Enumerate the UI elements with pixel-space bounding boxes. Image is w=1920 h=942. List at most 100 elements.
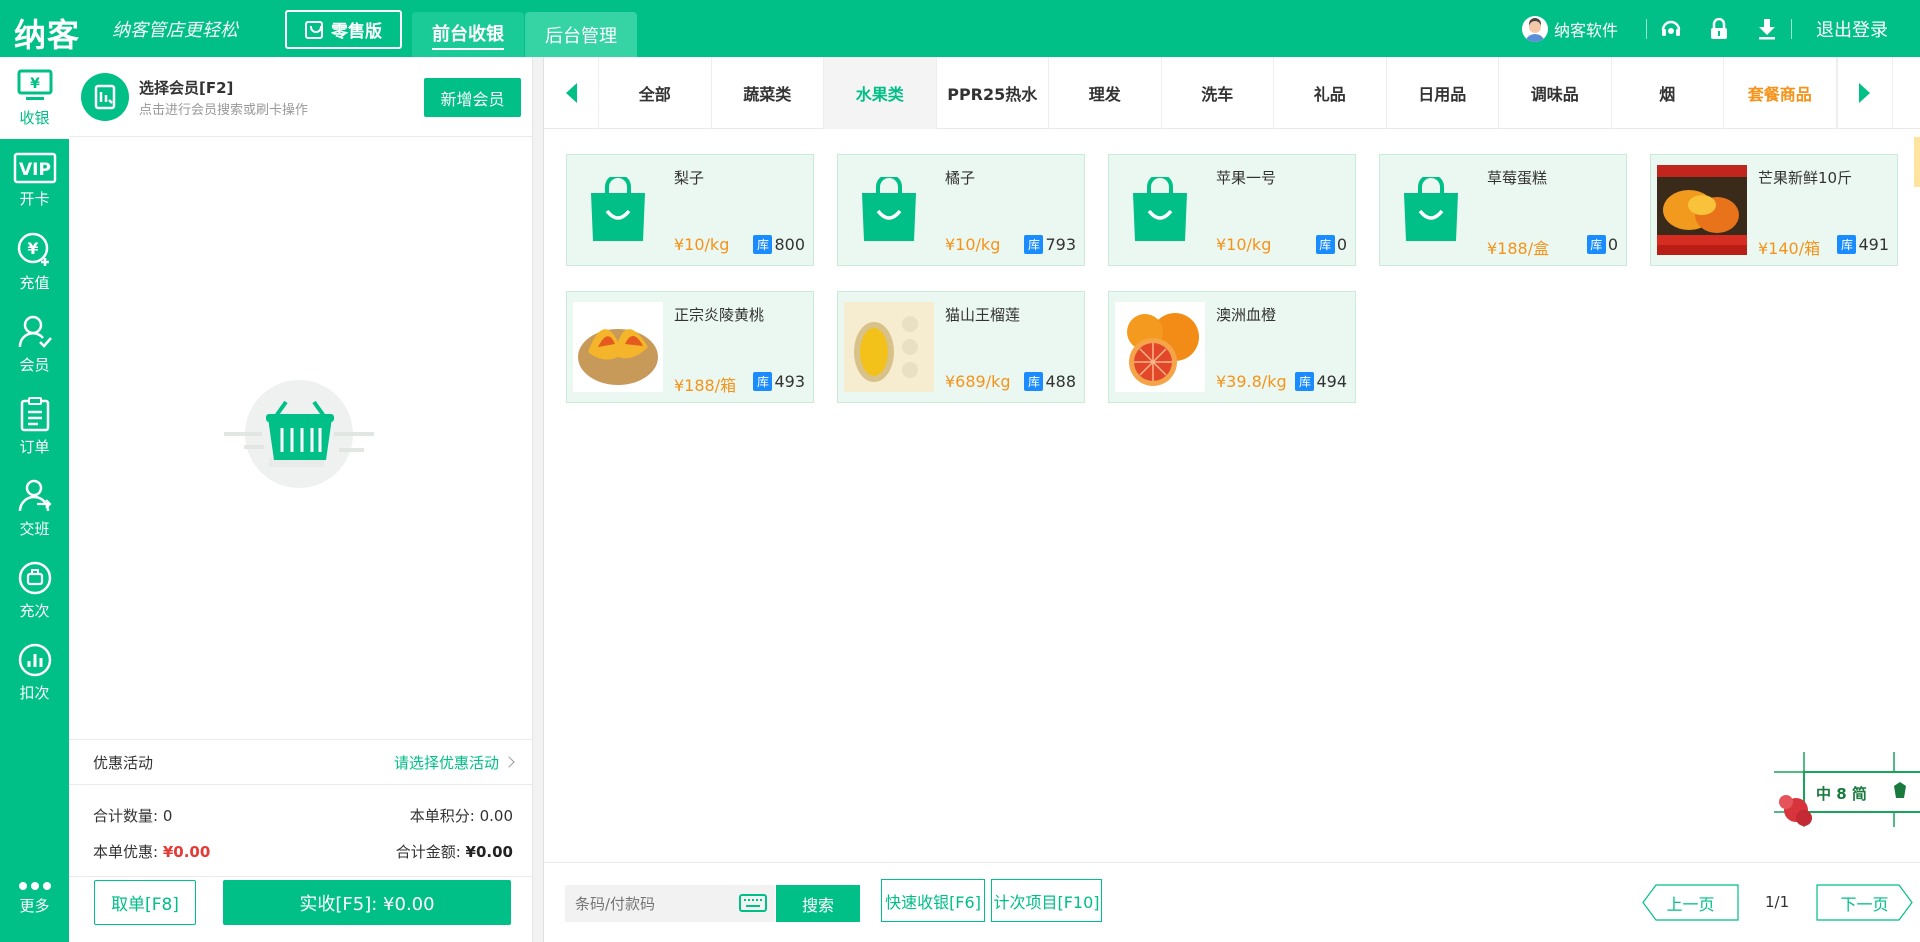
product-name: 澳洲血橙 — [1216, 306, 1277, 324]
sidebar-item-shift[interactable]: 交班 — [0, 467, 69, 549]
edition-label: 零售版 — [331, 22, 382, 42]
barcode-input[interactable] — [575, 894, 735, 913]
recharge-count-icon — [18, 561, 51, 594]
top-right-tools: 纳客软件 退出登录 — [1521, 0, 1920, 57]
product-card[interactable]: 澳洲血橙 ¥39.8/kg 库 494 — [1108, 291, 1356, 403]
sidebar: ¥ 收银 VIP 开卡 ¥ 充值 会员 订单 交班 充次 扣次 更多 — [0, 57, 69, 942]
next-page-button[interactable]: 下一页 — [1816, 884, 1913, 921]
tab-front-cashier-label: 前台收银 — [432, 20, 504, 50]
category-tab-carwash[interactable]: 洗车 — [1162, 57, 1274, 129]
search-button[interactable]: 搜索 — [776, 885, 860, 922]
stock-count: 491 — [1858, 235, 1889, 254]
stock-count: 0 — [1336, 235, 1347, 254]
add-member-button[interactable]: 新增会员 — [424, 78, 521, 117]
product-card[interactable]: 苹果一号 ¥10/kg 库0 — [1108, 154, 1356, 266]
sidebar-item-recharge-count[interactable]: 充次 — [0, 549, 69, 631]
sidebar-item-recharge[interactable]: ¥ 充值 — [0, 221, 69, 303]
discount-value: ¥0.00 — [162, 843, 211, 861]
support-icon[interactable] — [1647, 18, 1695, 40]
sidebar-item-deduct-count[interactable]: 扣次 — [0, 631, 69, 713]
sidebar-item-cashier[interactable]: ¥ 收银 — [0, 57, 69, 139]
lock-icon[interactable] — [1695, 17, 1743, 40]
product-card[interactable]: 橘子 ¥10/kg 库 793 — [837, 154, 1085, 266]
category-tab-gifts[interactable]: 礼品 — [1274, 57, 1387, 129]
stock-count: 488 — [1045, 372, 1076, 391]
product-card[interactable]: 梨子 ¥10/kg 库 800 — [566, 154, 814, 266]
stock-count: 800 — [774, 235, 805, 254]
tab-front-cashier[interactable]: 前台收银 — [412, 12, 524, 57]
category-next-arrow-icon[interactable] — [1836, 57, 1892, 129]
total-qty-label: 合计数量: — [93, 807, 159, 825]
app-logo: 纳客 — [14, 16, 81, 54]
download-icon[interactable] — [1743, 18, 1791, 40]
total-qty-value: 0 — [162, 807, 173, 825]
recharge-icon: ¥ — [17, 232, 49, 266]
category-tab-haircut[interactable]: 理发 — [1049, 57, 1162, 129]
select-promotion-link[interactable]: 请选择优惠活动 — [394, 752, 515, 773]
category-prev-arrow-icon[interactable] — [544, 57, 599, 129]
product-stock: 库 491 — [1837, 235, 1889, 254]
summary-row: 本单优惠: ¥0.00 合计金额: ¥0.00 — [93, 841, 513, 862]
stock-count: 493 — [774, 372, 805, 391]
member-selector[interactable]: 选择会员[F2] 点击进行会员搜索或刷卡操作 新增会员 — [69, 57, 533, 137]
product-price: ¥188/箱 — [674, 376, 737, 395]
member-icon — [18, 315, 52, 348]
sidebar-item-label: 充次 — [19, 601, 50, 620]
take-order-button[interactable]: 取单[F8] — [94, 880, 196, 925]
orange-photo — [1115, 302, 1205, 392]
category-tab-vegetables[interactable]: 蔬菜类 — [712, 57, 824, 129]
category-tab-all[interactable]: 全部 — [599, 57, 712, 129]
member-title: 选择会员[F2] — [139, 79, 234, 97]
product-name: 正宗炎陵黄桃 — [674, 306, 765, 324]
category-tab-seasoning[interactable]: 调味品 — [1499, 57, 1612, 129]
product-price: ¥10/kg — [674, 235, 730, 254]
sidebar-item-more[interactable]: 更多 — [0, 857, 69, 939]
keyboard-icon[interactable] — [739, 894, 767, 912]
category-tab-ppr25[interactable]: PPR25热水 — [937, 57, 1049, 129]
tab-back-office[interactable]: 后台管理 — [525, 12, 637, 57]
stock-tag: 库 — [1024, 372, 1044, 391]
edge-marker — [1914, 137, 1920, 187]
product-name: 芒果新鲜10斤 — [1758, 169, 1853, 187]
ime-label: 中 8 简 — [1816, 785, 1867, 803]
barcode-search-field[interactable] — [565, 885, 775, 922]
count-items-button[interactable]: 计次项目[F10] — [991, 879, 1102, 922]
user-menu[interactable]: 纳客软件 — [1521, 15, 1618, 42]
ime-toolbar[interactable]: 中 8 简 — [1774, 752, 1920, 827]
svg-text:¥: ¥ — [27, 239, 38, 258]
logout-button[interactable]: 退出登录 — [1792, 16, 1920, 42]
stock-tag: 库 — [1586, 235, 1606, 254]
product-name: 猫山王榴莲 — [945, 306, 1021, 324]
product-card[interactable]: 正宗炎陵黄桃 ¥188/箱 库 493 — [566, 291, 814, 403]
sidebar-item-label: 会员 — [19, 355, 50, 374]
quick-pay-button[interactable]: 快速收银[F6] — [881, 879, 985, 922]
category-tab-tobacco[interactable]: 烟 — [1612, 57, 1724, 129]
category-tab-packages[interactable]: 套餐商品 — [1724, 57, 1837, 129]
sidebar-item-member[interactable]: 会员 — [0, 303, 69, 385]
category-tab-fruits[interactable]: 水果类 — [824, 57, 937, 129]
stock-tag: 库 — [753, 372, 773, 391]
product-card[interactable]: 草莓蛋糕 ¥188/盒 库0 — [1379, 154, 1627, 266]
order-icon — [20, 396, 49, 431]
product-card[interactable]: 猫山王榴莲 ¥689/kg 库 488 — [837, 291, 1085, 403]
bag-icon — [573, 165, 663, 255]
product-card[interactable]: 芒果新鲜10斤 ¥140/箱 库 491 — [1650, 154, 1898, 266]
top-bar: 纳客 纳客管店更轻松 零售版 前台收银 后台管理 纳客软件 退出登录 — [0, 0, 1920, 57]
app-slogan: 纳客管店更轻松 — [112, 20, 238, 41]
product-stock: 库0 — [1315, 235, 1347, 254]
product-price: ¥188/盒 — [1487, 239, 1550, 258]
edition-badge[interactable]: 零售版 — [285, 10, 402, 49]
prev-page-button[interactable]: 上一页 — [1642, 884, 1739, 921]
sidebar-item-open-card[interactable]: VIP 开卡 — [0, 139, 69, 221]
bottom-toolbar: 搜索 快速收银[F6] 计次项目[F10] 上一页 1/1 下一页 — [544, 862, 1920, 942]
sidebar-item-order[interactable]: 订单 — [0, 385, 69, 467]
product-name: 橘子 — [945, 169, 976, 187]
category-tab-daily-goods[interactable]: 日用品 — [1387, 57, 1499, 129]
shopping-bag-icon — [305, 20, 323, 39]
promotion-row[interactable]: 优惠活动 请选择优惠活动 — [69, 739, 533, 785]
sidebar-item-label: 更多 — [19, 896, 50, 915]
sidebar-item-label: 订单 — [19, 437, 50, 456]
bag-icon — [1386, 165, 1476, 255]
category-bar: 全部 蔬菜类 水果类 PPR25热水 理发 洗车 礼品 日用品 调味品 烟 套餐… — [544, 57, 1920, 129]
checkout-button[interactable]: 实收[F5]: ¥0.00 — [223, 880, 511, 925]
